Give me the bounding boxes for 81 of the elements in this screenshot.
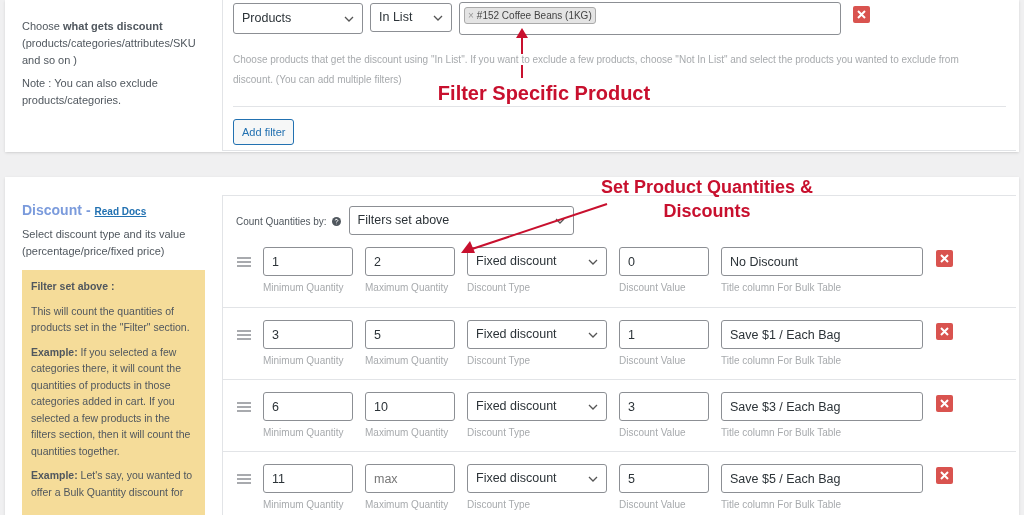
field-label: Title column For Bulk Table	[721, 282, 843, 294]
delete-button[interactable]	[936, 250, 953, 267]
discount-type-select[interactable]: Fixed discount	[467, 247, 607, 276]
field-label: Maximum Quantity	[365, 355, 450, 367]
field-label: Title column For Bulk Table	[721, 427, 843, 439]
count-quantities-label: Count Quantities by:	[236, 215, 327, 229]
read-docs-link[interactable]: Read Docs	[94, 203, 147, 220]
drag-handle-icon[interactable]	[237, 330, 251, 340]
filter-description: Choose what gets discount (products/categories/attributes/SKU and so on )	[22, 19, 197, 68]
field-label: Discount Value	[619, 499, 687, 511]
maximum-quantity-field[interactable]: 5	[365, 320, 455, 349]
field-label: Discount Type	[467, 427, 532, 439]
bulk-title-field[interactable]: Save $1 / Each Bag	[721, 320, 923, 349]
discount-value-field[interactable]: 5	[619, 464, 709, 493]
field-label: Discount Value	[619, 427, 687, 439]
product-search-field[interactable]: × #152 Coffee Beans (1KG)	[459, 2, 841, 35]
chevron-down-icon	[554, 217, 565, 224]
bulk-title-field[interactable]: Save $3 / Each Bag	[721, 392, 923, 421]
field-label: Discount Type	[467, 282, 532, 294]
minimum-quantity-field[interactable]: 1	[263, 247, 353, 276]
filter-note: Note : You can also exclude products/categories.	[22, 76, 159, 108]
close-icon	[940, 399, 949, 408]
field-label: Maximum Quantity	[365, 282, 450, 294]
drag-handle-icon[interactable]	[237, 474, 251, 484]
chevron-down-icon	[344, 15, 354, 22]
close-icon	[940, 254, 949, 263]
filter-help-text: Choose products that get the discount using "In List". If you want to exclude a few products, choose "Not In List" and select the products you wanted to exclude from discount. (You can add multiple filters)	[233, 53, 960, 85]
chevron-down-icon	[588, 258, 598, 265]
minimum-quantity-field[interactable]: 6	[263, 392, 353, 421]
annotation-text: Set Product Quantities & Discounts	[600, 176, 814, 223]
field-label: Minimum Quantity	[263, 427, 345, 439]
discount-description: Select discount type and its value (percentage/price/fixed price)	[22, 227, 187, 259]
field-label: Title column For Bulk Table	[721, 355, 843, 367]
info-paragraph: Example: Let's say, you wanted to offer a Bulk Quantity discount for	[31, 468, 194, 500]
field-label: Discount Type	[467, 355, 532, 367]
discount-type-select[interactable]: Fixed discount	[467, 392, 607, 421]
field-label: Discount Type	[467, 499, 532, 511]
chevron-down-icon	[588, 403, 598, 410]
section-title: Discount	[22, 202, 82, 219]
filter-type-select[interactable]: Products	[233, 3, 363, 34]
discount-value-field[interactable]: 1	[619, 320, 709, 349]
field-label: Discount Value	[619, 282, 687, 294]
field-label: Minimum Quantity	[263, 282, 345, 294]
maximum-quantity-field[interactable]: 10	[365, 392, 455, 421]
count-quantities-select[interactable]: Filters set above	[348, 206, 574, 235]
chevron-down-icon	[588, 475, 598, 482]
chevron-down-icon	[588, 331, 598, 338]
delete-button[interactable]	[853, 6, 870, 23]
chevron-down-icon	[433, 14, 443, 21]
close-icon	[940, 327, 949, 336]
help-icon	[331, 217, 341, 226]
maximum-quantity-field[interactable]: max	[365, 464, 455, 493]
tag-label: #152 Coffee Beans (1KG)	[476, 9, 592, 23]
minimum-quantity-field[interactable]: 11	[263, 464, 353, 493]
bulk-title-field[interactable]: Save $5 / Each Bag	[721, 464, 923, 493]
maximum-quantity-field[interactable]: 2	[365, 247, 455, 276]
add-filter-button[interactable]: Add filter	[233, 119, 295, 146]
field-label: Discount Value	[619, 355, 687, 367]
close-icon	[857, 10, 866, 19]
info-paragraph: Example: If you selected a few categories there, it will count the quantities of products in those categories added in cart. If you selected a few products in the filters section, then it will count the quantities together.	[31, 344, 192, 459]
close-icon	[940, 471, 949, 480]
info-heading: Filter set above :	[31, 279, 116, 294]
field-label: Title column For Bulk Table	[721, 499, 843, 511]
minimum-quantity-field[interactable]: 3	[263, 320, 353, 349]
operator-select[interactable]: In List	[370, 3, 452, 32]
bulk-title-field[interactable]: No Discount	[721, 247, 923, 276]
delete-button[interactable]	[936, 395, 953, 412]
discount-value-field[interactable]: 0	[619, 247, 709, 276]
title-dash: -	[85, 202, 91, 219]
delete-button[interactable]	[936, 467, 953, 484]
field-label: Minimum Quantity	[263, 355, 345, 367]
field-label: Maximum Quantity	[365, 427, 450, 439]
info-paragraph: This will count the quantities of products set in the "Filter" section.	[31, 303, 191, 335]
drag-handle-icon[interactable]	[237, 402, 251, 412]
discount-type-select[interactable]: Fixed discount	[467, 320, 607, 349]
field-label: Maximum Quantity	[365, 499, 450, 511]
drag-handle-icon[interactable]	[237, 257, 251, 267]
discount-type-select[interactable]: Fixed discount	[467, 464, 607, 493]
field-label: Minimum Quantity	[263, 499, 345, 511]
discount-value-field[interactable]: 3	[619, 392, 709, 421]
delete-button[interactable]	[936, 323, 953, 340]
